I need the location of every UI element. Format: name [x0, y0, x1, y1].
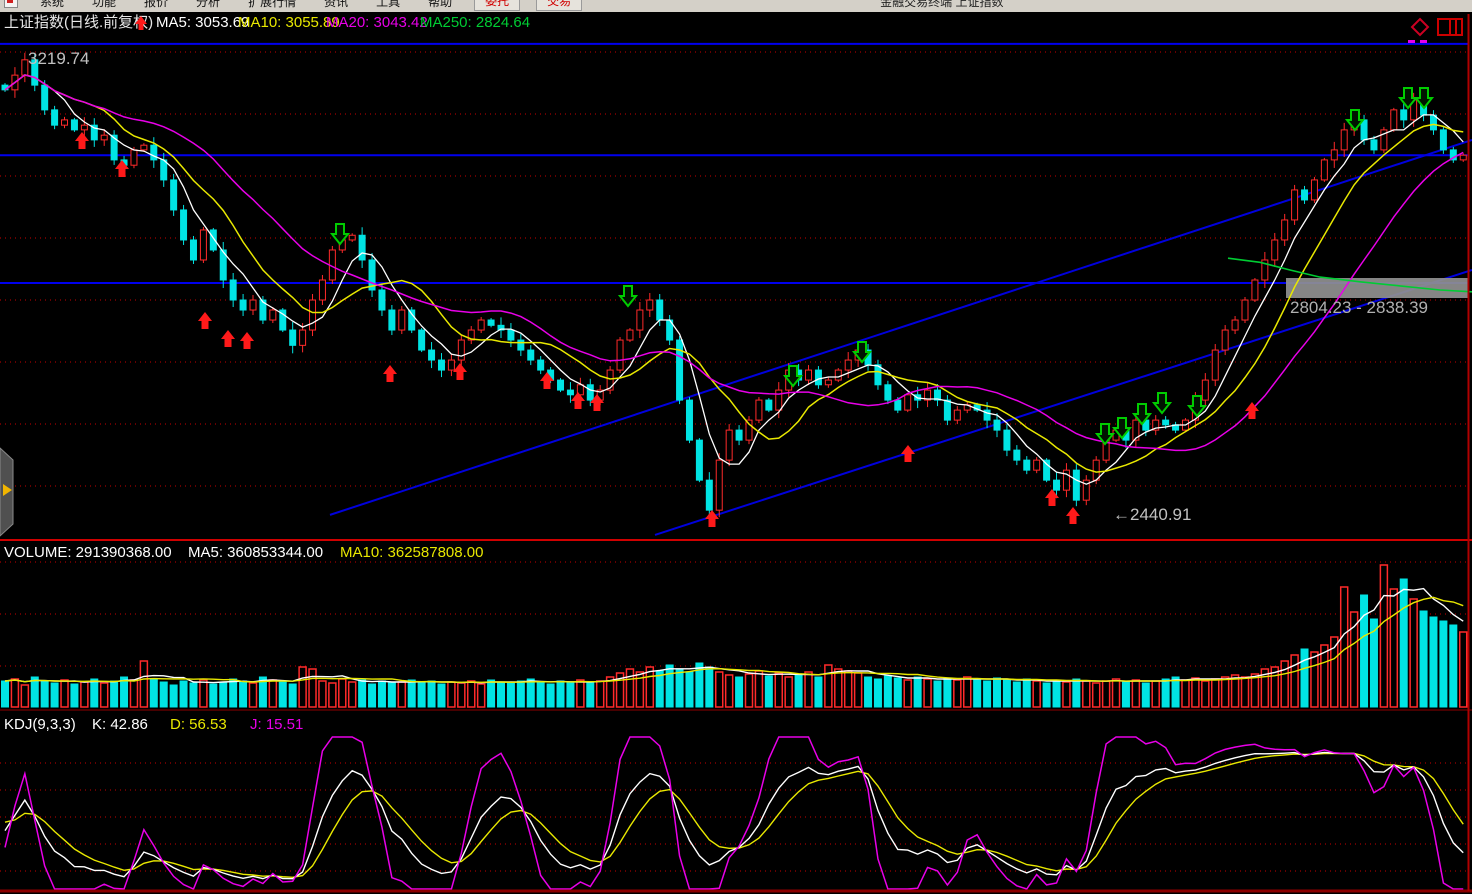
high-price-annotation: 3219.74 — [28, 49, 89, 68]
sidebar-expand-handle[interactable] — [0, 448, 13, 536]
order-entry-button[interactable]: 委托 — [474, 0, 520, 11]
ma5-value-label: MA5: 3053.69 — [156, 14, 249, 31]
kdj-k-value-label: K: 42.86 — [92, 716, 148, 733]
chart-background — [0, 12, 1472, 894]
kdj-d-value-label: D: 56.53 — [170, 716, 227, 733]
marker-dash — [1408, 40, 1415, 43]
menu-item-analysis[interactable]: 分析 — [196, 0, 220, 10]
ma20-value-label: MA20: 3043.42 — [326, 14, 428, 31]
menu-item-news[interactable]: 资讯 — [324, 0, 348, 10]
instrument-title[interactable]: 上证指数(日线.前复权) — [4, 13, 153, 31]
trading-app-window: 系统 功能 报价 分析 扩展行情 资讯 工具 帮助 委托 交易 金融交易终端 上… — [0, 0, 1472, 894]
low-price-annotation: ←2440.91 — [1113, 505, 1191, 524]
menu-item-help[interactable]: 帮助 — [428, 0, 452, 10]
volume-ma5-value-label: MA5: 360853344.00 — [188, 544, 323, 561]
app-logo-icon — [4, 0, 18, 8]
menu-item-system[interactable]: 系统 — [40, 0, 64, 10]
menu-item-extended[interactable]: 扩展行情 — [248, 0, 296, 10]
menu-bar-right-text: 金融交易终端 上证指数 — [880, 0, 1003, 10]
volume-ma10-value-label: MA10: 362587808.00 — [340, 544, 483, 561]
gap-band — [1286, 278, 1468, 298]
ma10-value-label: MA10: 3055.89 — [238, 14, 340, 31]
chart-surface: 上证指数(日线.前复权) MA5: 3053.69 MA10: 3055.89 … — [0, 12, 1472, 894]
marker-dash — [1420, 40, 1427, 43]
gap-band-annotation: 2804.23 - 2838.39 — [1290, 298, 1428, 317]
kdj-j-value-label: J: 15.51 — [250, 716, 303, 733]
menu-item-quotes[interactable]: 报价 — [144, 0, 168, 10]
trade-button[interactable]: 交易 — [536, 0, 582, 11]
kdj-title-label: KDJ(9,3,3) — [4, 716, 76, 733]
menu-item-function[interactable]: 功能 — [92, 0, 116, 10]
menu-item-tools[interactable]: 工具 — [376, 0, 400, 10]
ma250-value-label: MA250: 2824.64 — [420, 14, 530, 31]
volume-value-label: VOLUME: 291390368.00 — [4, 544, 172, 561]
